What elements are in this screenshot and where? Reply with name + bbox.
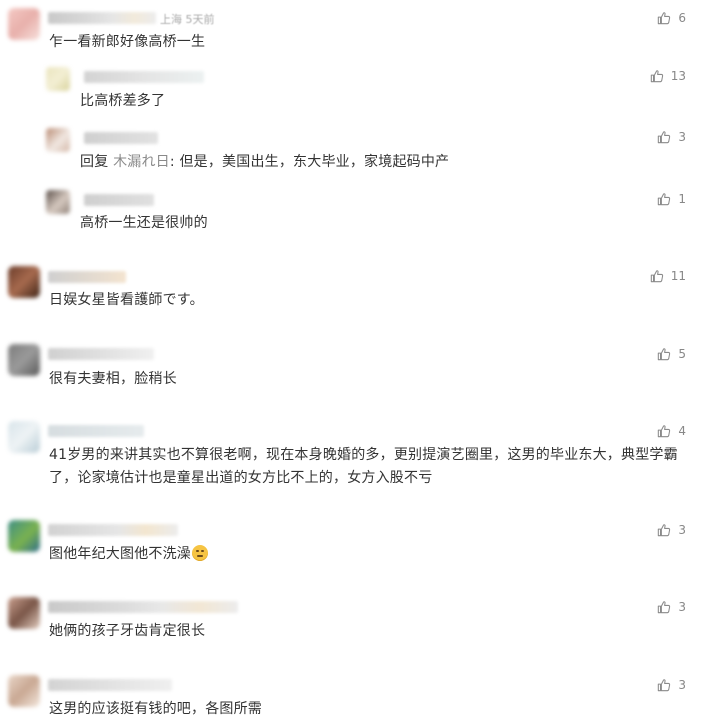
like-button[interactable]: 5	[657, 347, 686, 361]
reply-prefix: 回复	[80, 154, 114, 170]
like-count: 1	[678, 192, 686, 206]
like-button[interactable]: 13	[650, 69, 686, 83]
like-button[interactable]: 3	[657, 678, 686, 692]
like-button[interactable]: 6	[657, 11, 686, 25]
like-count: 11	[670, 269, 686, 283]
avatar[interactable]	[46, 190, 70, 214]
comment-text: 她俩的孩子牙齿肯定很长	[49, 623, 206, 639]
like-count: 3	[678, 130, 686, 144]
username-blurred[interactable]	[48, 271, 126, 283]
avatar[interactable]	[46, 128, 70, 152]
comment-text: 很有夫妻相，脸稍长	[49, 371, 177, 387]
like-count: 3	[678, 600, 686, 614]
username-blurred[interactable]	[48, 601, 238, 613]
thumbs-up-icon	[658, 348, 671, 361]
username-blurred[interactable]	[48, 524, 178, 536]
reply-text: 回复 木漏れ日: 但是，美国出生，东大毕业，家境起码中产	[80, 151, 449, 174]
username-blurred[interactable]	[48, 12, 156, 24]
thumbs-up-icon	[658, 131, 671, 144]
reply-text: 高桥一生还是很帅的	[80, 215, 208, 231]
avatar[interactable]	[8, 421, 40, 453]
comment-text: 41岁男的来讲其实也不算很老啊，现在本身晚婚的多，更别提演艺圈里，这男的毕业东大…	[49, 447, 678, 486]
thumbs-up-icon	[658, 12, 671, 25]
username-blurred[interactable]	[84, 194, 154, 206]
like-button[interactable]: 1	[657, 192, 686, 206]
comment-text: 图他年纪大图他不洗澡	[49, 543, 208, 566]
like-count: 3	[678, 523, 686, 537]
like-count: 3	[678, 678, 686, 692]
thumbs-up-icon	[658, 679, 671, 692]
thumbs-up-icon	[658, 524, 671, 537]
thumbs-up-icon	[658, 601, 671, 614]
like-button[interactable]: 4	[657, 424, 686, 438]
like-button[interactable]: 11	[650, 269, 686, 283]
username-blurred[interactable]	[48, 679, 172, 691]
avatar[interactable]	[8, 675, 40, 707]
avatar[interactable]	[8, 8, 40, 40]
comment-text: 这男的应该挺有钱的吧，各图所需	[49, 701, 262, 717]
avatar[interactable]	[8, 344, 40, 376]
smile-emoji-icon	[192, 545, 208, 561]
username-blurred[interactable]	[48, 425, 144, 437]
like-count: 4	[678, 424, 686, 438]
comment-text: 乍一看新郎好像高桥一生	[49, 34, 206, 50]
reply-target-name[interactable]: 木漏れ日	[113, 154, 170, 170]
username-blurred[interactable]	[48, 348, 154, 360]
comment-text: 日娱女星皆看護師です。	[49, 292, 204, 308]
thumbs-up-icon	[658, 193, 671, 206]
like-count: 6	[678, 11, 686, 25]
avatar[interactable]	[8, 266, 40, 298]
thumbs-up-icon	[658, 425, 671, 438]
like-count: 13	[670, 69, 686, 83]
comment-body: 图他年纪大图他不洗澡	[49, 546, 191, 562]
thumbs-up-icon	[650, 70, 663, 83]
thumbs-up-icon	[650, 270, 663, 283]
reply-text: 比高桥差多了	[80, 93, 166, 109]
like-button[interactable]: 3	[657, 130, 686, 144]
comment-meta: 上海 5天前	[160, 13, 215, 26]
username-blurred[interactable]	[84, 132, 158, 144]
avatar[interactable]	[8, 597, 40, 629]
like-count: 5	[678, 347, 686, 361]
avatar[interactable]	[8, 520, 40, 552]
avatar[interactable]	[46, 67, 70, 91]
reply-body: : 但是，美国出生，东大毕业，家境起码中产	[169, 154, 450, 170]
username-blurred[interactable]	[84, 71, 204, 83]
like-button[interactable]: 3	[657, 523, 686, 537]
like-button[interactable]: 3	[657, 600, 686, 614]
